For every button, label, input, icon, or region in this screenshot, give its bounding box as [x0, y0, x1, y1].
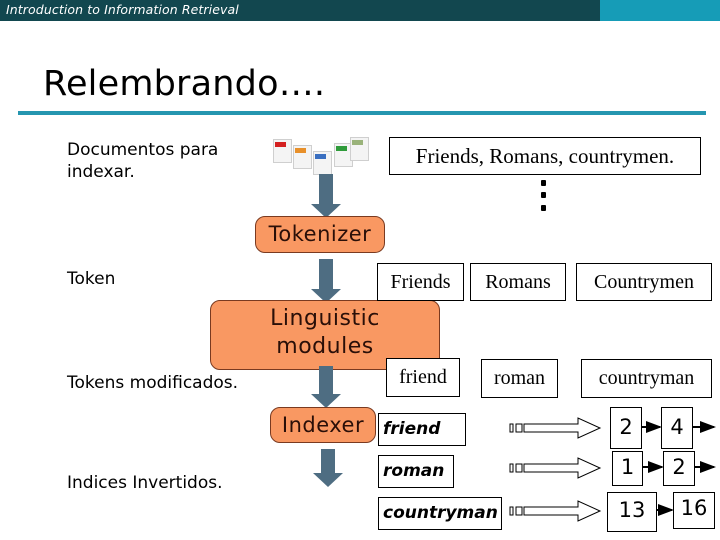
label-token: Token — [67, 269, 116, 289]
label-modified-tokens: Tokens modificados. — [67, 373, 239, 393]
posting-box: 4 — [661, 407, 693, 449]
ellipsis-dot — [541, 205, 546, 211]
modified-token-box: roman — [481, 359, 558, 398]
label-inverted-index: Indices Invertidos. — [67, 473, 223, 493]
token-box: Countrymen — [576, 263, 712, 301]
linguistic-line2: modules — [276, 334, 374, 359]
slide-title: Relembrando…. — [43, 64, 326, 104]
index-term-box: countryman — [378, 497, 502, 530]
index-term-box: friend — [378, 413, 466, 446]
pdf-document-icon — [273, 139, 292, 163]
posting-box: 13 — [607, 492, 657, 532]
pointer-arrow-icon — [509, 500, 602, 522]
posting-box: 1 — [612, 451, 643, 486]
doc-document-icon — [313, 151, 332, 175]
header-accent — [600, 0, 720, 21]
linguistic-line1: Linguistic — [270, 306, 380, 331]
pointer-arrow-icon — [509, 417, 602, 439]
posting-box: 2 — [610, 407, 642, 449]
ellipsis-dot — [541, 180, 546, 186]
modified-token-box: friend — [386, 358, 460, 397]
ellipsis-dot — [541, 192, 546, 198]
down-arrow-icon — [311, 174, 341, 218]
course-title: Introduction to Information Retrieval — [6, 2, 239, 17]
input-text-box: Friends, Romans, countrymen. — [389, 137, 701, 175]
pointer-arrow-icon — [509, 457, 602, 479]
down-arrow-icon — [311, 366, 341, 408]
indexer-box: Indexer — [270, 407, 376, 443]
index-term-box: roman — [378, 455, 454, 488]
presentation-document-icon — [293, 145, 312, 169]
label-documents-line1: Documentos para — [67, 140, 219, 160]
modified-token-box: countryman — [581, 359, 712, 398]
label-documents: Documentos para indexar. — [67, 139, 218, 183]
token-box: Friends — [377, 263, 464, 301]
title-divider — [18, 111, 706, 115]
posting-box: 16 — [673, 492, 715, 529]
posting-box: 2 — [663, 451, 695, 486]
generic-document-icon — [350, 137, 369, 161]
label-documents-line2: indexar. — [67, 162, 135, 182]
down-arrow-icon — [311, 259, 341, 303]
token-box: Romans — [470, 263, 566, 301]
down-arrow-icon — [313, 449, 343, 487]
tokenizer-box: Tokenizer — [255, 216, 385, 253]
